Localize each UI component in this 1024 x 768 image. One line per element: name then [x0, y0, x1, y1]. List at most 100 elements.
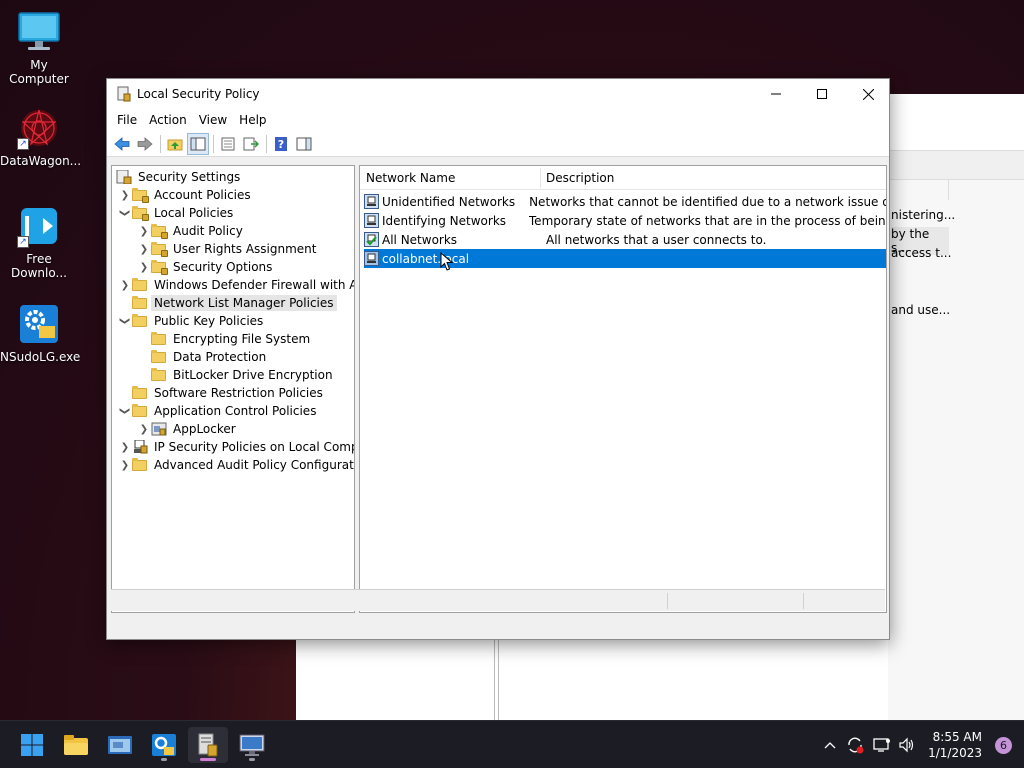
menu-view[interactable]: View: [193, 113, 233, 127]
start-button[interactable]: [12, 727, 52, 763]
background-window-bottom: [296, 640, 888, 720]
tree-item-software-restriction-policies[interactable]: Software Restriction Policies: [118, 384, 326, 402]
chevron-right-icon[interactable]: ❯: [118, 456, 132, 474]
taskbar-network-app[interactable]: [100, 727, 140, 763]
chevron-right-icon[interactable]: ❯: [118, 276, 132, 294]
folder-up-icon: [167, 139, 183, 150]
list-item-all-networks[interactable]: All Networks All networks that a user co…: [364, 230, 886, 249]
taskbar-file-explorer[interactable]: [56, 727, 96, 763]
network-policy-check-icon: [364, 232, 379, 247]
bg-text-3: access t...: [891, 246, 952, 260]
tree-item-bitlocker-drive-encryption[interactable]: BitLocker Drive Encryption: [137, 366, 336, 384]
back-button[interactable]: [111, 133, 133, 155]
network-policy-icon: [364, 251, 379, 266]
volume-button[interactable]: [896, 721, 918, 768]
tree-item-security-options[interactable]: ❯ Security Options: [137, 258, 275, 276]
export-list-icon: [243, 137, 259, 150]
folder-icon: [132, 404, 148, 418]
show-hidden-icons-button[interactable]: [820, 721, 840, 768]
forward-button[interactable]: [134, 133, 156, 155]
column-network-name[interactable]: Network Name: [360, 166, 455, 190]
network-status-button[interactable]: [870, 721, 894, 768]
network-policy-icon: [364, 213, 379, 228]
list-item-identifying-networks[interactable]: Identifying Networks Temporary state of …: [364, 211, 886, 230]
chevron-right-icon[interactable]: ❯: [137, 420, 151, 438]
export-list-button[interactable]: [240, 133, 262, 155]
tree-item-application-control-policies[interactable]: ❯ Application Control Policies: [118, 402, 319, 420]
properties-icon: [221, 137, 235, 150]
background-window[interactable]: nistering... by the s... access t... and…: [888, 94, 1024, 722]
title-bar[interactable]: Local Security Policy: [107, 79, 889, 109]
folder-icon: [151, 332, 167, 346]
sync-status-button[interactable]: [844, 721, 866, 768]
tree-item-advanced-audit-policy[interactable]: ❯ Advanced Audit Policy Configuration: [118, 456, 354, 474]
chevron-right-icon[interactable]: ❯: [137, 240, 151, 258]
tree-item-applocker[interactable]: ❯ AppLocker: [137, 420, 239, 438]
clock-date: 1/1/2023: [928, 746, 982, 760]
tree-item-network-list-manager-policies[interactable]: Network List Manager Policies: [118, 294, 337, 312]
taskbar-local-security-policy[interactable]: [188, 727, 228, 763]
properties-button[interactable]: [217, 133, 239, 155]
show-hide-console-tree-button[interactable]: [187, 132, 209, 155]
speaker-icon: [899, 737, 914, 753]
tree-item-local-policies[interactable]: ❯ Local Policies: [118, 204, 236, 222]
tree-item-ip-security-policies[interactable]: ❯ IP Security Policies on Local Compute: [118, 438, 354, 456]
up-one-level-button[interactable]: [164, 133, 186, 155]
tree-item-security-settings[interactable]: Security Settings: [116, 168, 243, 186]
tree-item-audit-policy[interactable]: ❯ Audit Policy: [137, 222, 246, 240]
tree-item-windows-defender-firewall[interactable]: ❯ Windows Defender Firewall with Adva: [118, 276, 354, 294]
minimize-button[interactable]: [753, 79, 799, 109]
desktop-icon-free-download[interactable]: ↗ Free Downlo...: [0, 204, 78, 280]
maximize-button[interactable]: [799, 79, 845, 109]
help-button[interactable]: ?: [270, 133, 292, 155]
folder-lock-icon: [151, 260, 168, 275]
svg-text:?: ?: [278, 138, 284, 151]
notification-badge[interactable]: 6: [995, 737, 1012, 754]
folder-icon: [132, 386, 148, 400]
column-description[interactable]: Description: [540, 166, 614, 190]
chevron-up-icon: [824, 742, 836, 749]
tree-item-account-policies[interactable]: ❯ Account Policies: [118, 186, 254, 204]
status-bar: [111, 589, 885, 611]
folder-icon: [151, 368, 167, 382]
chevron-right-icon[interactable]: ❯: [118, 186, 132, 204]
taskbar-remote-desktop[interactable]: [232, 727, 272, 763]
mouse-cursor-icon: [440, 252, 454, 271]
menu-help[interactable]: Help: [233, 113, 272, 127]
local-security-policy-window[interactable]: Local Security Policy File Action View H…: [106, 78, 890, 640]
minimize-icon: [771, 93, 781, 95]
desktop-icon-datawagon[interactable]: ↗ DataWagon...: [0, 106, 81, 168]
taskbar-control-panel[interactable]: [144, 727, 184, 763]
sync-alert-icon: [848, 737, 864, 754]
folder-lock-icon: [151, 224, 168, 239]
chevron-right-icon[interactable]: ❯: [118, 438, 132, 456]
list-item-unidentified-networks[interactable]: Unidentified Networks Networks that cann…: [364, 192, 886, 211]
chevron-right-icon[interactable]: ❯: [137, 222, 151, 240]
file-explorer-icon: [64, 735, 88, 755]
close-button[interactable]: [845, 79, 891, 109]
menu-action[interactable]: Action: [143, 113, 193, 127]
toolbar: ?: [107, 131, 889, 157]
bg-text-1: nistering...: [891, 208, 956, 222]
tree-item-user-rights-assignment[interactable]: ❯ User Rights Assignment: [137, 240, 319, 258]
menu-file[interactable]: File: [111, 113, 143, 127]
tree-item-data-protection[interactable]: Data Protection: [137, 348, 269, 366]
desktop-icon-nsudolg[interactable]: NSudoLG.exe: [0, 302, 80, 364]
folder-lock-icon: [151, 242, 168, 257]
window-title: Local Security Policy: [137, 87, 260, 101]
clock[interactable]: 8:55 AM 1/1/2023: [928, 729, 982, 761]
desktop-icon-my-computer[interactable]: My Computer: [0, 10, 78, 86]
security-settings-icon: [116, 169, 132, 185]
show-hide-action-pane-button[interactable]: [293, 133, 315, 155]
details-list[interactable]: Network Name Description Unidentified Ne…: [359, 165, 887, 613]
security-policy-icon: [117, 86, 131, 102]
back-arrow-icon: [114, 136, 130, 151]
chevron-right-icon[interactable]: ❯: [137, 258, 151, 276]
maximize-icon: [817, 89, 827, 99]
tree-item-public-key-policies[interactable]: ❯ Public Key Policies: [118, 312, 266, 330]
folder-icon: [132, 278, 148, 292]
tree-item-encrypting-file-system[interactable]: Encrypting File System: [137, 330, 313, 348]
console-tree[interactable]: Security Settings ❯ Account Policies ❯ L…: [111, 165, 355, 613]
security-policy-icon: [198, 733, 218, 757]
remote-monitor-icon: [239, 734, 265, 756]
